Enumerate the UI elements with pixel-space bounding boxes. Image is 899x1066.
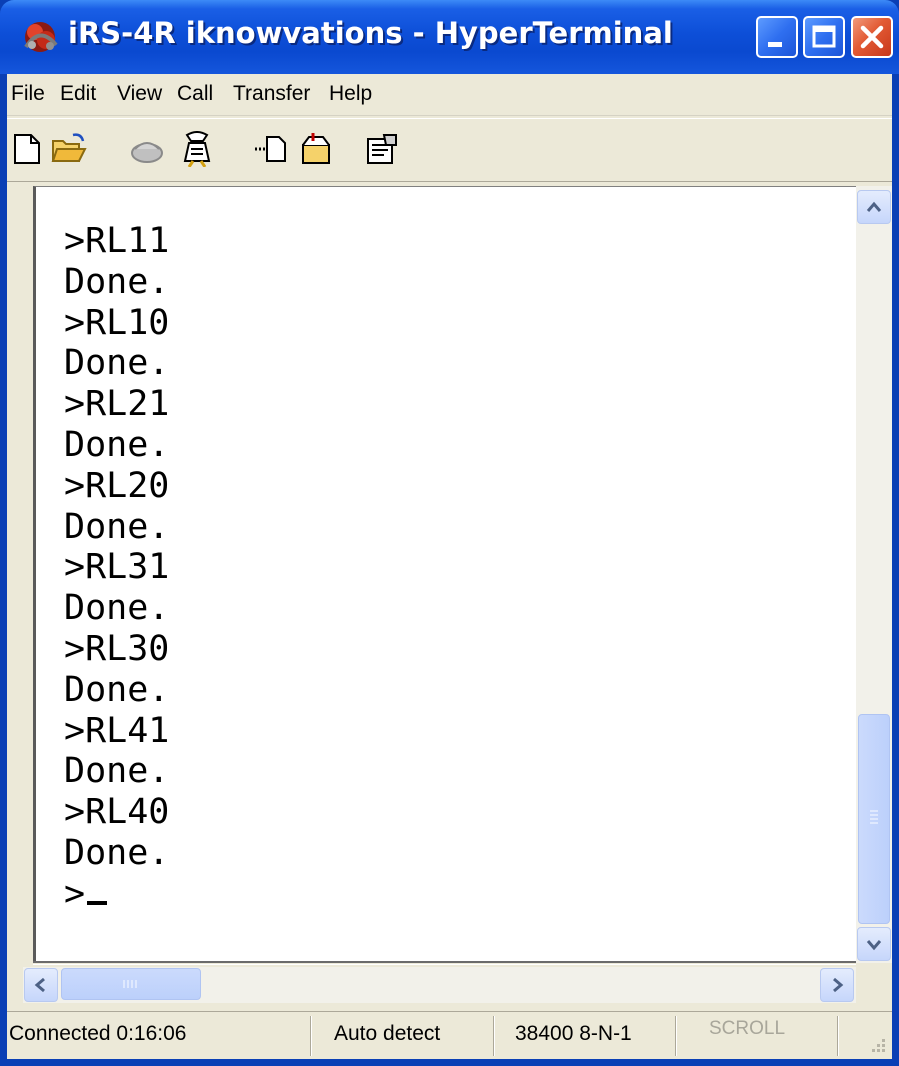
scroll-down-button[interactable] (857, 927, 891, 961)
client-area: File Edit View Call Transfer Help >RL11 … (7, 74, 892, 1059)
terminal-line: >RL41 (64, 710, 170, 751)
terminal-line: >RL31 (64, 547, 170, 588)
terminal-display[interactable]: >RL11 Done. >RL10 Done. >RL21 Done. >RL2… (33, 186, 856, 963)
terminal-line: >RL40 (64, 792, 170, 833)
terminal-line: >RL10 (64, 302, 170, 343)
vertical-scroll-thumb[interactable] (858, 714, 890, 924)
scroll-up-button[interactable] (857, 190, 891, 224)
send-icon[interactable] (253, 131, 289, 167)
minimize-button[interactable] (756, 16, 798, 58)
window-title: iRS-4R iknowvations - HyperTerminal (68, 16, 673, 50)
menu-view[interactable]: View (117, 82, 162, 106)
menu-edit[interactable]: Edit (60, 82, 96, 106)
maximize-icon (812, 25, 836, 48)
menu-help[interactable]: Help (329, 82, 372, 106)
vertical-scrollbar[interactable] (856, 186, 892, 963)
open-icon[interactable] (51, 131, 87, 167)
status-divider (493, 1016, 495, 1056)
grip-lines-icon (870, 810, 878, 824)
close-button[interactable] (851, 16, 893, 58)
terminal-output: >RL11 Done. >RL10 Done. >RL21 Done. >RL2… (64, 221, 169, 915)
chevron-up-icon (866, 201, 882, 212)
status-connection-time: Connected 0:16:06 (9, 1022, 187, 1045)
status-scroll: SCROLL (709, 1018, 786, 1039)
hyperterminal-icon[interactable] (20, 17, 60, 57)
scroll-right-button[interactable] (820, 968, 854, 1002)
minimize-icon (768, 42, 782, 47)
call-icon[interactable] (129, 131, 165, 167)
close-icon (860, 25, 884, 49)
terminal-line: Done. (64, 588, 170, 629)
grip-lines-icon (123, 980, 137, 988)
toolbar (7, 118, 892, 182)
terminal-line: Done. (64, 669, 170, 710)
status-bar: Connected 0:16:06 Auto detect 38400 8-N-… (7, 1011, 892, 1059)
terminal-line: Done. (64, 343, 170, 384)
terminal-line: >RL30 (64, 628, 170, 669)
terminal-line: Done. (64, 261, 170, 302)
terminal-line: Done. (64, 506, 170, 547)
terminal-line: >RL21 (64, 384, 170, 425)
terminal-line: Done. (64, 751, 170, 792)
menu-call[interactable]: Call (177, 82, 213, 106)
chevron-down-icon (866, 940, 882, 951)
menu-bar: File Edit View Call Transfer Help (7, 74, 892, 116)
menu-file[interactable]: File (11, 82, 45, 106)
status-divider (675, 1016, 677, 1056)
status-divider (310, 1016, 312, 1056)
terminal-line: >RL11 (64, 221, 170, 261)
maximize-button[interactable] (803, 16, 845, 58)
chevron-left-icon (34, 977, 45, 993)
text-cursor (87, 900, 108, 905)
terminal-line: Done. (64, 424, 170, 465)
menu-transfer[interactable]: Transfer (233, 82, 310, 106)
status-port-settings: 38400 8-N-1 (515, 1022, 632, 1045)
resize-grip-icon[interactable] (867, 1034, 887, 1054)
receive-icon[interactable] (299, 131, 335, 167)
terminal-line: Done. (64, 832, 170, 873)
terminal-bottom-border (33, 961, 856, 965)
hyperterminal-window: iRS-4R iknowvations - HyperTerminal File… (0, 0, 899, 1066)
new-icon[interactable] (9, 131, 45, 167)
horizontal-scroll-thumb[interactable] (61, 968, 201, 1000)
disconnect-icon[interactable] (179, 131, 215, 167)
terminal-prompt: > (64, 873, 86, 914)
properties-icon[interactable] (364, 131, 400, 167)
terminal-prompt-line[interactable]: > (64, 874, 169, 915)
horizontal-scrollbar[interactable] (23, 967, 856, 1003)
chevron-right-icon (833, 977, 844, 993)
scroll-left-button[interactable] (24, 968, 58, 1002)
status-detect: Auto detect (334, 1022, 441, 1045)
status-divider (837, 1016, 839, 1056)
title-bar[interactable]: iRS-4R iknowvations - HyperTerminal (0, 0, 899, 74)
terminal-line: >RL20 (64, 465, 170, 506)
